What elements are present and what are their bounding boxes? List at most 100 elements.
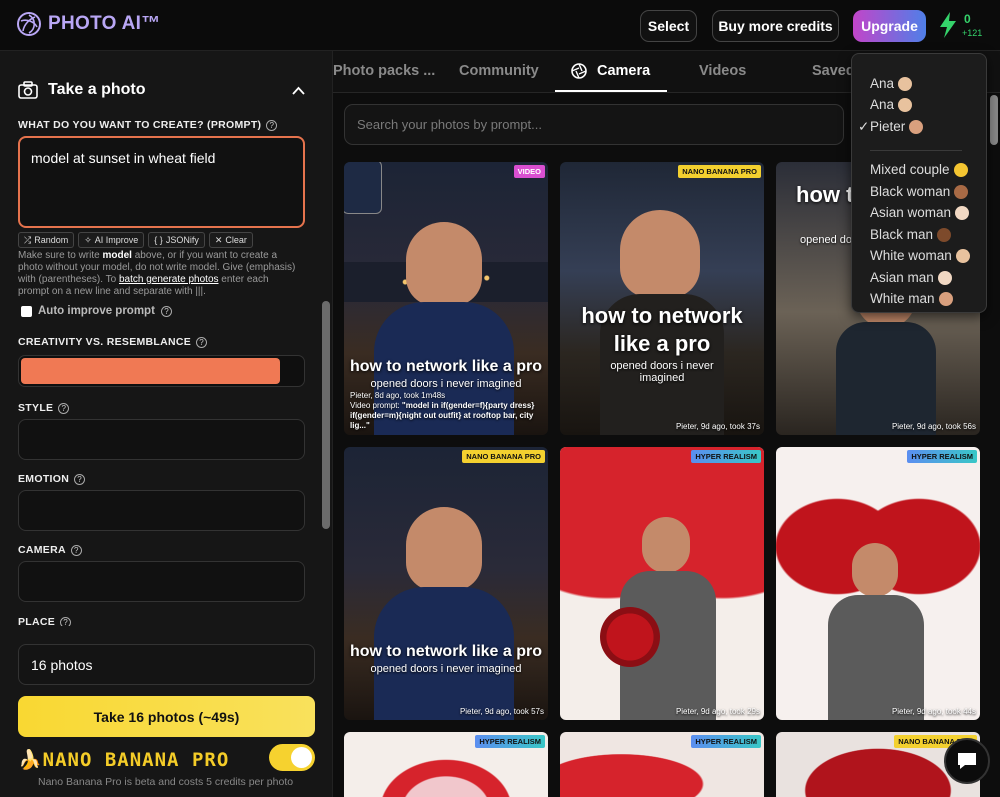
close-icon: ✕ (214, 234, 223, 245)
auto-improve-checkbox[interactable]: Auto improve prompt ? (21, 305, 172, 317)
photo-card[interactable]: HYPER REALISM Pieter, 9d ago, took 44s (776, 447, 980, 720)
top-bar: PHOTO AI™ Select Buy more credits Upgrad… (0, 0, 1000, 51)
emotion-label: EMOTION ? (18, 473, 86, 485)
creativity-label: CREATIVITY VS. RESEMBLANCE ? (18, 336, 208, 348)
badge: NANO BANANA PRO (462, 450, 545, 463)
creativity-slider[interactable] (18, 355, 305, 387)
prompt-help-text: Make sure to write model above, or if yo… (18, 250, 298, 298)
batch-generate-link[interactable]: batch generate photos (119, 274, 219, 285)
model-option-label: Ana (870, 97, 895, 112)
photo-card[interactable]: VIDEO how to network like a pro opened d… (344, 162, 548, 435)
card-meta: Pieter, 9d ago, took 29s (675, 707, 760, 716)
help-text-bold: model (102, 250, 132, 261)
card-meta-author: Pieter, 8d ago, took 1m48s (350, 391, 446, 400)
upgrade-button[interactable]: Upgrade (853, 10, 926, 42)
model-option-ana[interactable]: Ana (870, 97, 913, 112)
face-icon (898, 97, 913, 112)
tab-photo-packs[interactable]: Photo packs ... (333, 63, 435, 79)
help-icon[interactable]: ? (196, 336, 208, 348)
model-option-ana[interactable]: Ana (870, 76, 913, 91)
model-option-label: Pieter (870, 119, 906, 134)
photo-card[interactable]: HYPER REALISM Pieter, 9d ago, took 29s (560, 447, 764, 720)
tab-camera[interactable]: Camera (571, 63, 650, 79)
nano-banana-toggle[interactable] (269, 744, 315, 771)
ai-improve-button[interactable]: ✧ AI Improve (78, 232, 145, 248)
video-thumbnail[interactable] (344, 162, 382, 214)
tab-saved[interactable]: Saved (812, 63, 855, 79)
photos-count-select[interactable]: 16 photos (18, 644, 315, 685)
take-photos-button[interactable]: Take 16 photos (~49s) (18, 696, 315, 737)
person-shirt (836, 322, 936, 435)
tab-videos[interactable]: Videos (699, 63, 746, 79)
logo-text: PHOTO AI™ (48, 13, 161, 34)
preset-white-man[interactable]: White man (870, 291, 953, 306)
preset-black-man[interactable]: Black man (870, 227, 952, 242)
chat-icon (958, 753, 976, 769)
help-text-1: Make sure to write (18, 250, 103, 261)
preset-white-woman[interactable]: White woman (870, 248, 970, 263)
preset-asian-man[interactable]: Asian man (870, 270, 952, 285)
camera-icon (18, 81, 38, 99)
ai-improve-label: AI Improve (94, 235, 139, 245)
buy-credits-button[interactable]: Buy more credits (712, 10, 839, 42)
face-icon (938, 291, 953, 306)
photo-card[interactable]: NANO BANANA PRO how to network like a pr… (344, 447, 548, 720)
take-photo-title: Take a photo (48, 81, 146, 98)
creativity-label-text: CREATIVITY VS. RESEMBLANCE (18, 336, 192, 348)
braces-icon: { } (154, 235, 163, 245)
help-icon[interactable]: ? (74, 473, 86, 485)
random-button[interactable]: ⤮ Random (18, 232, 75, 248)
preset-black-woman[interactable]: Black woman (870, 184, 969, 199)
badge: VIDEO (513, 165, 545, 178)
help-icon[interactable]: ? (266, 119, 278, 131)
jsonify-button[interactable]: { } JSONify (148, 232, 205, 248)
lightning-icon (940, 12, 956, 38)
checkbox-icon[interactable] (21, 305, 32, 317)
nano-logo-text: NANO BANANA PRO (42, 749, 230, 771)
clear-button[interactable]: ✕ Clear (208, 232, 253, 248)
prompt-label: WHAT DO YOU WANT TO CREATE? (PROMPT) ? (18, 119, 278, 131)
preset-label: Asian man (870, 270, 934, 285)
chevron-up-icon[interactable] (292, 86, 305, 95)
slider-fill (21, 358, 281, 384)
badge: HYPER REALISM (691, 735, 761, 748)
search-input[interactable]: Search your photos by prompt... (344, 104, 844, 145)
style-select[interactable] (18, 419, 305, 460)
sidebar-scrollbar[interactable] (322, 301, 330, 529)
badge: HYPER REALISM (475, 735, 545, 748)
help-icon[interactable]: ? (58, 402, 70, 414)
photo-card[interactable]: HYPER REALISM (560, 732, 764, 797)
help-icon[interactable]: ? (70, 544, 82, 556)
preset-asian-woman[interactable]: Asian woman (870, 205, 970, 220)
emotion-select[interactable] (18, 490, 305, 531)
aperture-icon (571, 63, 587, 79)
card-caption-subtitle: opened doors i never imagined (370, 663, 522, 675)
gallery-scrollbar[interactable] (990, 95, 998, 145)
model-option-pieter[interactable]: ✓ Pieter (858, 119, 924, 134)
help-icon[interactable]: ? (60, 616, 72, 626)
photo-card[interactable]: NANO BANANA PRO how to network like a pr… (560, 162, 764, 435)
banana-icon: 🍌 (18, 749, 43, 771)
select-button[interactable]: Select (640, 10, 697, 42)
face-icon (953, 162, 968, 177)
card-caption-title: how to network like a pro (349, 358, 543, 375)
card-meta: Pieter, 9d ago, took 37s (675, 422, 760, 431)
chat-button[interactable] (944, 738, 990, 784)
face-icon (954, 184, 969, 199)
camera-select[interactable] (18, 561, 305, 602)
logo[interactable]: PHOTO AI™ (16, 11, 161, 37)
style-label: STYLE ? (18, 402, 70, 414)
preset-label: Black woman (870, 184, 951, 199)
prompt-input[interactable]: model at sunset in wheat field (18, 136, 305, 228)
take-photo-header[interactable]: Take a photo (18, 81, 146, 99)
help-icon[interactable]: ? (160, 305, 172, 317)
tab-community[interactable]: Community (459, 63, 539, 79)
face-icon (937, 270, 952, 285)
tab-camera-label: Camera (597, 63, 651, 79)
preset-mixed-couple[interactable]: Mixed couple (870, 162, 968, 177)
badge: HYPER REALISM (907, 450, 977, 463)
photo-card[interactable]: HYPER REALISM (344, 732, 548, 797)
random-label: Random (34, 235, 69, 245)
place-label: PLACE ? (18, 616, 72, 626)
left-panel: Take a photo WHAT DO YOU WANT TO CREATE?… (0, 51, 333, 797)
